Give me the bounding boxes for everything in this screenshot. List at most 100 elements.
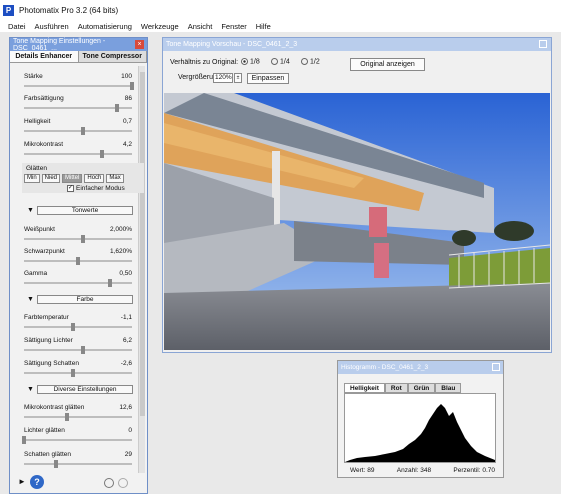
menu-fenster[interactable]: Fenster xyxy=(221,22,246,31)
tab-gruen[interactable]: Grün xyxy=(407,383,436,393)
panel-header: Tone Mapping Einstellungen - DSC_0461_..… xyxy=(10,38,147,52)
slider-track[interactable] xyxy=(24,257,132,265)
slider-thumb[interactable] xyxy=(81,235,86,243)
einpassen-button[interactable]: Einpassen xyxy=(247,73,289,84)
app-icon: P xyxy=(3,4,14,16)
zoom-stepper[interactable]: ± xyxy=(234,73,242,83)
app-title: Photomatix Pro 3.2 (64 bits) xyxy=(19,5,119,15)
close-icon[interactable] xyxy=(539,40,547,48)
panel-scrollbar[interactable] xyxy=(138,66,145,476)
histogram-graph xyxy=(345,404,495,462)
histogram-header: Histogramm - DSC_0461_2_3 xyxy=(338,361,503,374)
slider-track[interactable] xyxy=(24,279,132,287)
diverse-header-button[interactable]: Diverse Einstellungen xyxy=(37,385,133,394)
slider-thumb[interactable] xyxy=(54,460,59,468)
slider-thumb[interactable] xyxy=(70,323,75,331)
redo-icon[interactable] xyxy=(118,478,128,488)
smoothing-min-button[interactable]: Min xyxy=(24,174,40,183)
slider-track[interactable] xyxy=(24,346,132,354)
slider-thumb[interactable] xyxy=(65,413,70,421)
radio-icon[interactable] xyxy=(301,58,308,65)
original-anzeigen-button[interactable]: Original anzeigen xyxy=(350,58,425,71)
slider-track[interactable] xyxy=(24,150,132,158)
simple-mode-checkbox[interactable]: ✓ Einfacher Modus xyxy=(67,185,125,192)
zoom-input[interactable]: 120% xyxy=(213,73,233,83)
ratio-option-1-2[interactable]: 1/2 xyxy=(301,58,320,65)
slider-value: -1,1 xyxy=(120,314,132,321)
slider-value: 100 xyxy=(121,73,132,80)
radio-icon[interactable] xyxy=(271,58,278,65)
slider-track[interactable] xyxy=(24,235,132,243)
menu-automatisierung[interactable]: Automatisierung xyxy=(78,22,132,31)
slider-track[interactable] xyxy=(24,82,134,90)
slider-thumb[interactable] xyxy=(108,279,113,287)
slider-thumb[interactable] xyxy=(81,127,86,135)
slider-value: 0 xyxy=(128,427,132,434)
expand-triangle-icon[interactable]: ► xyxy=(18,477,26,486)
slider-thumb[interactable] xyxy=(81,346,86,354)
smoothing-hoch-button[interactable]: Hoch xyxy=(84,174,105,183)
slider-track[interactable] xyxy=(24,127,132,135)
slider-label: Helligkeit xyxy=(24,118,51,125)
slider-thumb[interactable] xyxy=(76,257,80,265)
preview-title: Tone Mapping Vorschau - DSC_0461_2_3 xyxy=(166,41,298,48)
slider-track[interactable] xyxy=(22,436,132,444)
smoothing-nied-button[interactable]: Nied xyxy=(41,174,61,183)
status-perzentil: Perzentil: 0.70 xyxy=(453,467,495,474)
histogram-plot[interactable] xyxy=(344,393,496,463)
smoothing-max-button[interactable]: Max xyxy=(106,174,124,183)
close-icon[interactable]: × xyxy=(135,40,144,49)
simple-mode-label: Einfacher Modus xyxy=(76,185,125,192)
ratio-label: Verhältnis zu Original: xyxy=(170,59,239,66)
slider-value: 4,2 xyxy=(122,141,132,148)
undo-icon[interactable] xyxy=(104,478,114,488)
menu-ausfuehren[interactable]: Ausführen xyxy=(35,22,69,31)
help-icon[interactable]: ? xyxy=(30,475,44,489)
tab-blau[interactable]: Blau xyxy=(435,383,462,393)
slider-label: Mikrokontrast glätten xyxy=(24,404,85,411)
farbe-header-button[interactable]: Farbe xyxy=(37,295,133,304)
scroll-thumb[interactable] xyxy=(140,72,145,416)
slider-thumb[interactable] xyxy=(22,436,26,444)
close-icon[interactable] xyxy=(492,363,500,371)
collapse-triangle-icon[interactable]: ▼ xyxy=(27,207,37,214)
slider-label: Schwarzpunkt xyxy=(24,248,65,255)
menu-werkzeuge[interactable]: Werkzeuge xyxy=(141,22,179,31)
tab-rot[interactable]: Rot xyxy=(384,383,408,393)
slider-thumb[interactable] xyxy=(130,82,134,90)
slider-track[interactable] xyxy=(24,323,132,331)
radio-icon[interactable] xyxy=(241,58,248,65)
slider-label: Stärke xyxy=(24,73,43,80)
tab-details-enhancer[interactable]: Details Enhancer xyxy=(10,51,79,62)
slider-track[interactable] xyxy=(24,460,132,468)
menu-datei[interactable]: Datei xyxy=(8,22,26,31)
slider-thumb[interactable] xyxy=(70,369,75,377)
slider-value: 29 xyxy=(124,451,132,458)
checkbox-icon[interactable]: ✓ xyxy=(67,185,74,192)
smoothing-mittel-button[interactable]: Mittel xyxy=(62,174,83,183)
tab-tone-compressor[interactable]: Tone Compressor xyxy=(78,51,147,62)
window-titlebar: P Photomatix Pro 3.2 (64 bits) xyxy=(0,0,561,20)
menu-hilfe[interactable]: Hilfe xyxy=(256,22,271,31)
slider-value: -2,6 xyxy=(120,360,132,367)
ratio-option-1-8[interactable]: 1/8 xyxy=(241,58,260,65)
method-tabs: Details Enhancer Tone Compressor xyxy=(10,51,147,63)
histogram-status: Wert: 89 Anzahl: 348 Perzentil: 0.70 xyxy=(350,467,495,474)
slider-track[interactable] xyxy=(24,369,132,377)
slider-label: Mikrokontrast xyxy=(24,141,64,148)
slider-thumb[interactable] xyxy=(114,104,119,112)
menu-ansicht[interactable]: Ansicht xyxy=(188,22,213,31)
tonwerte-header-button[interactable]: Tonwerte xyxy=(37,206,133,215)
preview-image[interactable] xyxy=(164,93,550,350)
ratio-option-1-4[interactable]: 1/4 xyxy=(271,58,290,65)
ratio-option-label: 1/4 xyxy=(280,58,290,66)
slider-thumb[interactable] xyxy=(99,150,104,158)
tab-helligkeit[interactable]: Helligkeit xyxy=(344,383,385,393)
panel-footer: ► ? xyxy=(10,473,147,493)
slider-track[interactable] xyxy=(24,104,132,112)
tone-mapping-panel: Tone Mapping Einstellungen - DSC_0461_..… xyxy=(9,37,148,494)
status-anzahl: Anzahl: 348 xyxy=(396,467,432,474)
collapse-triangle-icon[interactable]: ▼ xyxy=(27,386,37,393)
slider-track[interactable] xyxy=(24,413,132,421)
collapse-triangle-icon[interactable]: ▼ xyxy=(27,296,37,303)
